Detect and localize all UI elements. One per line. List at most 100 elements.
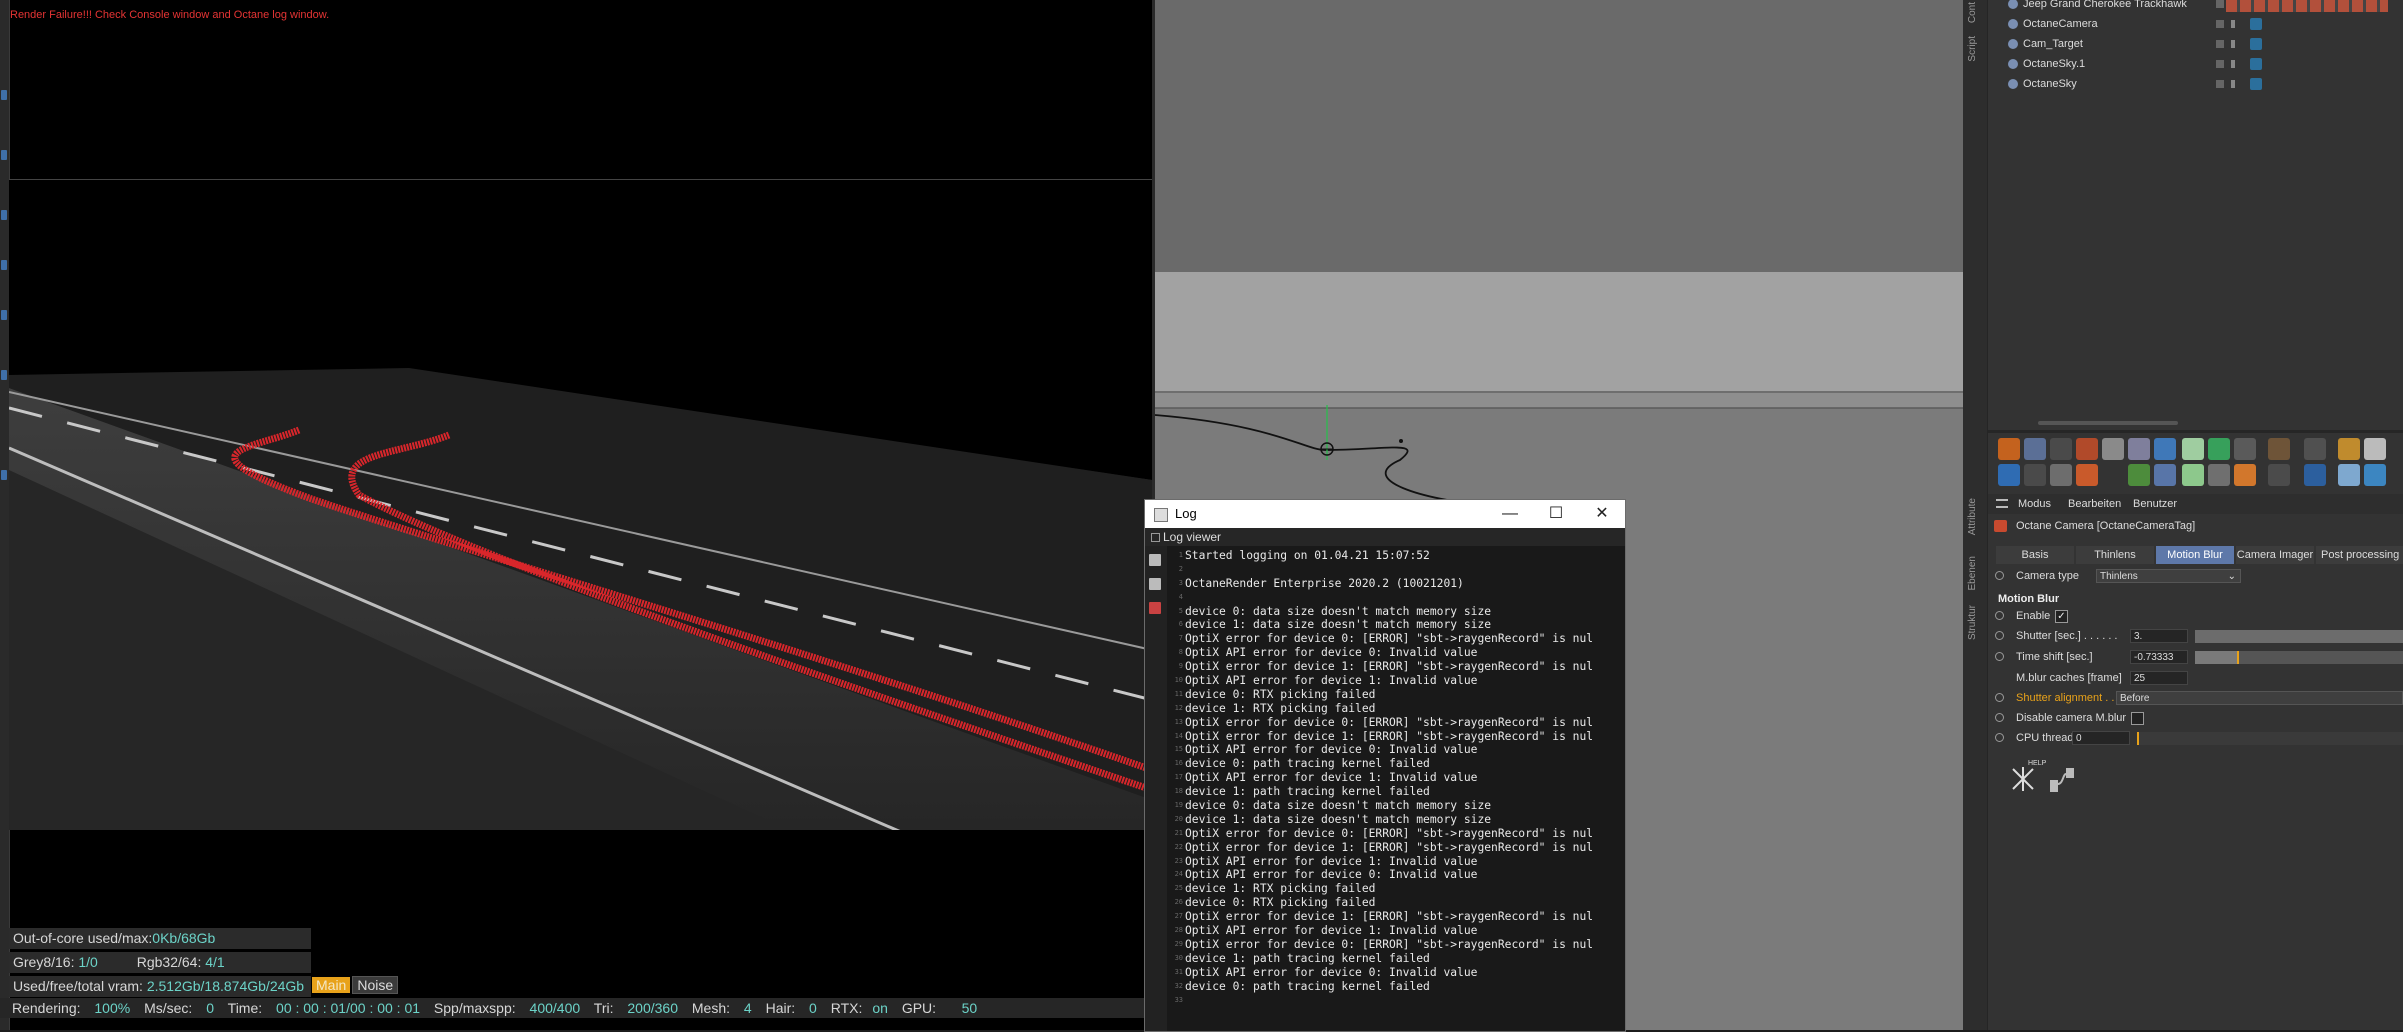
disable-camera-mblur-checkbox[interactable]: [2131, 712, 2144, 725]
tab-basis[interactable]: Basis: [1996, 546, 2074, 564]
octane-tool-icon-15[interactable]: [1998, 464, 2020, 486]
keyframe-dot-icon[interactable]: [1995, 733, 2004, 742]
object-row[interactable]: Cam_Target: [1988, 34, 2403, 54]
visibility-dot-icon[interactable]: [2216, 80, 2224, 88]
octane-tool-icon-17[interactable]: [2050, 464, 2072, 486]
render-dot-icon[interactable]: [2231, 60, 2235, 68]
octane-tool-icon-16[interactable]: [2024, 464, 2046, 486]
octane-tool-icon-14[interactable]: [2364, 438, 2386, 460]
visibility-dot-icon[interactable]: [2216, 0, 2224, 8]
octane-help-icon[interactable]: HELP: [2008, 760, 2046, 794]
octane-tool-icon-9[interactable]: [2208, 438, 2230, 460]
menu-bearbeiten[interactable]: Bearbeiten: [2068, 498, 2121, 510]
side-tab-attribute[interactable]: Attribute: [1967, 498, 1978, 535]
keyframe-dot-icon[interactable]: [1995, 611, 2004, 620]
octane-tool-icon-8[interactable]: [2182, 438, 2204, 460]
octane-tool-icon-12[interactable]: [2304, 438, 2326, 460]
render-dot-icon[interactable]: [2231, 40, 2235, 48]
octane-tool-icon-3[interactable]: [2050, 438, 2072, 460]
octane-tool-icon-19[interactable]: [2128, 464, 2150, 486]
log-line-text: OptiX API error for device 1: Invalid va…: [1185, 771, 1478, 785]
octane-tool-icon-11[interactable]: [2268, 438, 2290, 460]
octane-live-viewer-icon[interactable]: [2024, 438, 2046, 460]
motion-blur-section-title: Motion Blur: [1998, 593, 2060, 605]
octane-tag-icon[interactable]: [2250, 58, 2262, 70]
render-dot-icon[interactable]: [2231, 80, 2235, 88]
log-text-area[interactable]: 1 Started logging on 01.04.21 15:07:52 2 3 O…: [1173, 549, 1623, 1029]
menu-benutzer[interactable]: Benutzer: [2133, 498, 2177, 510]
octane-tag-icon[interactable]: [2250, 18, 2262, 30]
clear-log-icon[interactable]: [1149, 602, 1161, 614]
maximize-icon[interactable]: ☐: [1533, 500, 1579, 528]
octane-tool-icon-5[interactable]: [2102, 438, 2124, 460]
octane-tool-icon-24[interactable]: [2268, 464, 2290, 486]
octane-tag-icon[interactable]: [2250, 38, 2262, 50]
log-window[interactable]: Log — ☐ ✕ Log viewer 1 Started logging on…: [1144, 499, 1626, 1032]
object-name: Jeep Grand Cherokee Trackhawk: [2023, 0, 2187, 10]
log-title-bar[interactable]: Log — ☐ ✕: [1145, 500, 1625, 528]
octane-tool-icon-25[interactable]: [2304, 464, 2326, 486]
noise-pass-button[interactable]: Noise: [352, 976, 399, 994]
side-tab-content-browser[interactable]: Cont: [1967, 2, 1978, 23]
camera-type-dropdown[interactable]: Thinlens ⌄: [2096, 569, 2241, 583]
keyframe-dot-icon[interactable]: [1995, 713, 2004, 722]
octane-tool-icon-13[interactable]: [2338, 438, 2360, 460]
mblur-caches-field[interactable]: 25: [2130, 671, 2188, 685]
log-line-text: device 0: path tracing kernel failed: [1185, 757, 1430, 771]
octane-tool-icon-23[interactable]: [2234, 464, 2256, 486]
panel-divider[interactable]: [1988, 430, 2403, 433]
log-line-number: 15: [1174, 745, 1183, 754]
octane-tool-icon-26[interactable]: [2338, 464, 2360, 486]
octane-tool-icon-27[interactable]: [2364, 464, 2386, 486]
octane-tool-icon-18[interactable]: [2076, 464, 2098, 486]
cpu-threads-slider[interactable]: [2137, 732, 2403, 745]
shutter-slider[interactable]: [2195, 630, 2403, 643]
minimize-icon[interactable]: —: [1487, 500, 1533, 528]
render-dot-icon[interactable]: [2231, 20, 2235, 28]
octane-tool-icon-20[interactable]: [2154, 464, 2176, 486]
save-log-icon[interactable]: [1149, 554, 1161, 566]
menu-modus[interactable]: Modus: [2018, 498, 2051, 510]
time-shift-field[interactable]: -0.73333: [2130, 650, 2188, 664]
octane-tool-icon-10[interactable]: [2234, 438, 2256, 460]
octane-nodes-icon[interactable]: [2048, 766, 2078, 794]
main-pass-button[interactable]: Main: [312, 977, 351, 993]
close-icon[interactable]: ✕: [1579, 500, 1625, 528]
keyframe-dot-icon[interactable]: [1995, 693, 2004, 702]
log-line: 26 device 0: RTX picking failed: [1173, 896, 1623, 910]
object-row[interactable]: OctaneSky.1: [1988, 54, 2403, 74]
keyframe-dot-icon[interactable]: [1995, 631, 2004, 640]
keyframe-dot-icon[interactable]: [1995, 571, 2004, 580]
material-tags-strip[interactable]: [2226, 0, 2388, 12]
tab-camera-imager[interactable]: Camera Imager: [2236, 546, 2314, 564]
visibility-dot-icon[interactable]: [2216, 40, 2224, 48]
log-line: 3 OctaneRender Enterprise 2020.2 (1002120…: [1173, 577, 1623, 591]
object-manager-scrollbar[interactable]: [2038, 421, 2178, 425]
visibility-dot-icon[interactable]: [2216, 20, 2224, 28]
octane-tag-icon[interactable]: [2250, 78, 2262, 90]
octane-tool-icon-22[interactable]: [2208, 464, 2230, 486]
octane-settings-icon[interactable]: [1998, 438, 2020, 460]
time-shift-slider[interactable]: [2195, 651, 2403, 664]
object-row[interactable]: OctaneSky: [1988, 74, 2403, 94]
keyframe-dot-icon[interactable]: [1995, 652, 2004, 661]
enable-checkbox[interactable]: ✓: [2055, 610, 2068, 623]
visibility-dot-icon[interactable]: [2216, 60, 2224, 68]
octane-tool-icon-7[interactable]: [2154, 438, 2176, 460]
side-tab-script[interactable]: Script: [1967, 36, 1978, 62]
octane-tool-icon-6[interactable]: [2128, 438, 2150, 460]
side-tab-layers[interactable]: Ebenen: [1967, 556, 1978, 590]
tab-motion-blur[interactable]: Motion Blur: [2156, 546, 2234, 564]
shutter-alignment-dropdown[interactable]: Before: [2116, 691, 2403, 705]
tab-post-processing[interactable]: Post processing: [2316, 546, 2403, 564]
copy-log-icon[interactable]: [1149, 578, 1161, 590]
hamburger-menu-icon[interactable]: [1996, 499, 2008, 508]
octane-tool-icon-4[interactable]: [2076, 438, 2098, 460]
octane-render-viewport[interactable]: Render Failure!!! Check Console window a…: [0, 0, 1152, 1030]
octane-tool-icon-21[interactable]: [2182, 464, 2204, 486]
cpu-threads-field[interactable]: 0: [2072, 731, 2130, 745]
side-tab-structure[interactable]: Struktur: [1967, 605, 1978, 640]
tab-thinlens[interactable]: Thinlens: [2076, 546, 2154, 564]
shutter-field[interactable]: 3.: [2130, 629, 2188, 643]
object-row[interactable]: OctaneCamera: [1988, 14, 2403, 34]
